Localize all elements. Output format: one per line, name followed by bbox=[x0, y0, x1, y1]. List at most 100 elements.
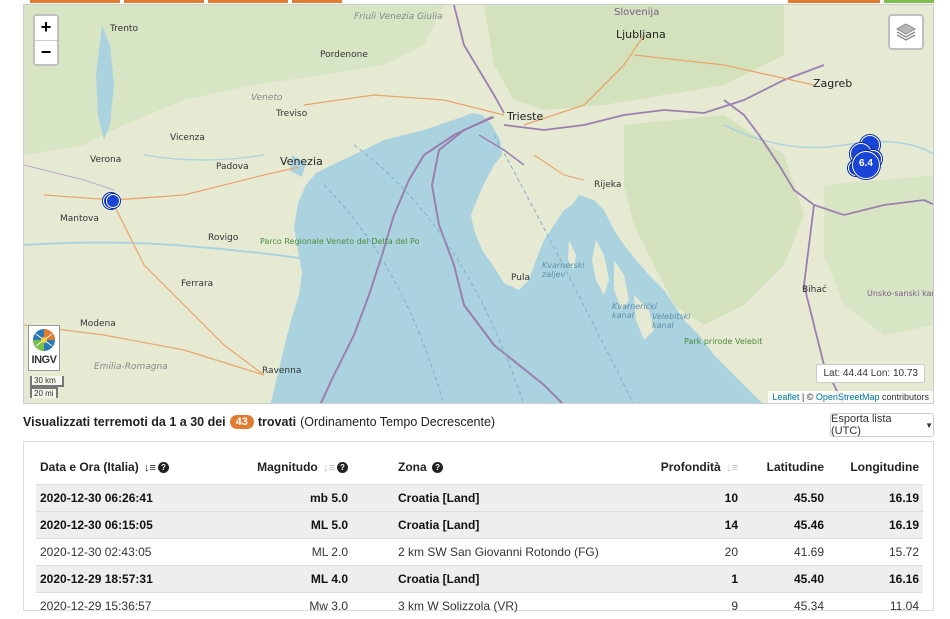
results-prefix: Visualizzati terremoti da 1 a 30 dei bbox=[23, 415, 226, 429]
cell-lat: 45.50 bbox=[742, 483, 828, 511]
globe-icon bbox=[33, 329, 55, 351]
top-tab[interactable] bbox=[30, 0, 120, 3]
map-label-region: Veneto bbox=[251, 93, 283, 103]
cell-zone[interactable]: 3 km W Solizzola (VR) bbox=[352, 591, 642, 619]
cell-date: 2020-12-30 02:43:05 bbox=[36, 537, 212, 565]
results-found: trovati bbox=[257, 415, 297, 429]
map-label-verona: Verona bbox=[90, 155, 122, 165]
cell-depth: 10 bbox=[642, 483, 742, 511]
map-label-pula: Pula bbox=[511, 273, 530, 283]
earthquake-marker[interactable] bbox=[106, 194, 120, 208]
map-label-water: Velebitski kanal bbox=[652, 312, 691, 330]
column-header-date[interactable]: Data e Ora (Italia) ↓≡? bbox=[36, 450, 212, 484]
map-label-water: Kvarnerski zaljev bbox=[542, 261, 585, 279]
leaflet-link[interactable]: Leaflet bbox=[772, 392, 799, 402]
earthquake-table: Data e Ora (Italia) ↓≡? Magnitudo ↓≡? Zo… bbox=[36, 450, 923, 619]
column-header-depth[interactable]: Profondità ↓≡ bbox=[642, 450, 742, 484]
zoom-in-button[interactable]: + bbox=[35, 16, 57, 40]
cell-date: 2020-12-30 06:26:41 bbox=[36, 483, 212, 511]
results-order: (Ordinamento Tempo Decrescente) bbox=[300, 415, 496, 429]
map-base-layer bbox=[24, 5, 933, 403]
scale-mi: 20 mi bbox=[30, 387, 58, 398]
table-header-row: Data e Ora (Italia) ↓≡? Magnitudo ↓≡? Zo… bbox=[36, 450, 923, 484]
zoom-out-button[interactable]: − bbox=[35, 40, 57, 64]
cell-date: 2020-12-29 15:36:57 bbox=[36, 591, 212, 619]
column-header-latitude[interactable]: Latitudine bbox=[742, 450, 828, 484]
sort-icon[interactable]: ↓≡ bbox=[323, 462, 335, 474]
sort-desc-icon[interactable]: ↓≡ bbox=[144, 462, 156, 474]
cell-date: 2020-12-29 18:57:31 bbox=[36, 564, 212, 592]
cell-depth: 20 bbox=[642, 537, 742, 565]
column-header-magnitude[interactable]: Magnitudo ↓≡? bbox=[212, 450, 352, 484]
ingv-logo[interactable]: INGV bbox=[28, 325, 60, 371]
cell-zone[interactable]: 2 km SW San Giovanni Rotondo (FG) bbox=[352, 537, 642, 565]
cell-zone[interactable]: Croatia [Land] bbox=[352, 510, 642, 538]
table-row[interactable]: 2020-12-30 06:26:41 mb 5.0 Croatia [Land… bbox=[36, 483, 923, 511]
map-label-water: Kvarnerićki kanal bbox=[612, 302, 657, 320]
cell-lon: 16.19 bbox=[828, 510, 923, 538]
cell-lat: 45.46 bbox=[742, 510, 828, 538]
map-label-park: Park prirode Velebit bbox=[684, 337, 763, 346]
cell-magnitude: ML 5.0 bbox=[212, 510, 352, 538]
table-row[interactable]: 2020-12-30 06:15:05 ML 5.0 Croatia [Land… bbox=[36, 510, 923, 538]
cell-date: 2020-12-30 06:15:05 bbox=[36, 510, 212, 538]
top-tab[interactable] bbox=[124, 0, 204, 3]
top-tab[interactable] bbox=[788, 0, 880, 3]
cell-lat: 45.40 bbox=[742, 564, 828, 592]
export-list-button[interactable]: Esporta lista (UTC) ▼ bbox=[830, 413, 934, 437]
cell-lon: 15.72 bbox=[828, 537, 923, 565]
map-label-ravenna: Ravenna bbox=[262, 366, 302, 376]
header-lon-label: Longitudine bbox=[850, 459, 919, 474]
map-label-ferrara: Ferrara bbox=[181, 279, 214, 289]
attribution-contrib: contributors bbox=[879, 392, 929, 402]
header-date-label: Data e Ora (Italia) bbox=[40, 459, 139, 474]
cell-lon: 11.04 bbox=[828, 591, 923, 619]
map-label-region: Emilia-Romagna bbox=[94, 362, 168, 372]
header-magnitude-label: Magnitudo bbox=[257, 459, 318, 474]
map-label-bihac: Bihać bbox=[802, 285, 827, 295]
map-label-padova: Padova bbox=[216, 162, 249, 172]
cell-magnitude: ML 2.0 bbox=[212, 537, 352, 565]
map-label-trento: Trento bbox=[110, 24, 138, 34]
column-header-zone[interactable]: Zona ? bbox=[352, 450, 642, 484]
zoom-control: + − bbox=[33, 14, 59, 66]
cell-lat: 41.69 bbox=[742, 537, 828, 565]
layers-icon bbox=[895, 23, 917, 41]
cell-lat: 45.34 bbox=[742, 591, 828, 619]
caret-down-icon: ▼ bbox=[925, 420, 933, 430]
map-label-mantova: Mantova bbox=[60, 214, 99, 224]
logo-text: INGV bbox=[31, 354, 57, 366]
cell-lon: 16.16 bbox=[828, 564, 923, 592]
cell-lon: 16.19 bbox=[828, 483, 923, 511]
cell-zone[interactable]: Croatia [Land] bbox=[352, 564, 642, 592]
cell-zone[interactable]: Croatia [Land] bbox=[352, 483, 642, 511]
cell-magnitude: Mw 3.0 bbox=[212, 591, 352, 619]
help-icon[interactable]: ? bbox=[337, 462, 348, 474]
map-label-pordenone: Pordenone bbox=[320, 50, 368, 60]
table-row[interactable]: 2020-12-30 02:43:05 ML 2.0 2 km SW San G… bbox=[36, 537, 923, 565]
table-row[interactable]: 2020-12-29 15:36:57 Mw 3.0 3 km W Solizz… bbox=[36, 591, 923, 619]
map-label-vicenza: Vicenza bbox=[170, 133, 205, 143]
top-tab-strip bbox=[0, 0, 950, 3]
osm-link[interactable]: OpenStreetMap bbox=[816, 392, 880, 402]
top-tab[interactable] bbox=[884, 0, 934, 3]
help-icon[interactable]: ? bbox=[157, 462, 169, 474]
earthquake-map[interactable]: Trento Friuli Venezia Giulia Slovenija L… bbox=[23, 4, 934, 404]
header-lat-label: Latitudine bbox=[766, 459, 824, 474]
sort-icon[interactable]: ↓≡ bbox=[726, 462, 738, 474]
coordinates-readout: Lat: 44.44 Lon: 10.73 bbox=[816, 364, 925, 383]
export-label: Esporta lista (UTC) bbox=[831, 413, 892, 437]
map-label-venezia: Venezia bbox=[280, 155, 323, 168]
results-panel: Data e Ora (Italia) ↓≡? Magnitudo ↓≡? Zo… bbox=[23, 441, 934, 619]
results-count-badge: 43 bbox=[229, 415, 254, 429]
help-icon[interactable]: ? bbox=[432, 462, 444, 474]
map-label-modena: Modena bbox=[80, 319, 116, 329]
layers-button[interactable] bbox=[888, 14, 924, 50]
table-row[interactable]: 2020-12-29 18:57:31 ML 4.0 Croatia [Land… bbox=[36, 564, 923, 592]
top-tab[interactable] bbox=[292, 0, 342, 3]
map-label-region: Unsko-sanski kanton bbox=[867, 289, 933, 298]
column-header-longitude[interactable]: Longitudine bbox=[828, 450, 923, 484]
scale-km: 30 km bbox=[30, 376, 64, 387]
map-label-rovigo: Rovigo bbox=[208, 233, 239, 243]
top-tab[interactable] bbox=[208, 0, 288, 3]
